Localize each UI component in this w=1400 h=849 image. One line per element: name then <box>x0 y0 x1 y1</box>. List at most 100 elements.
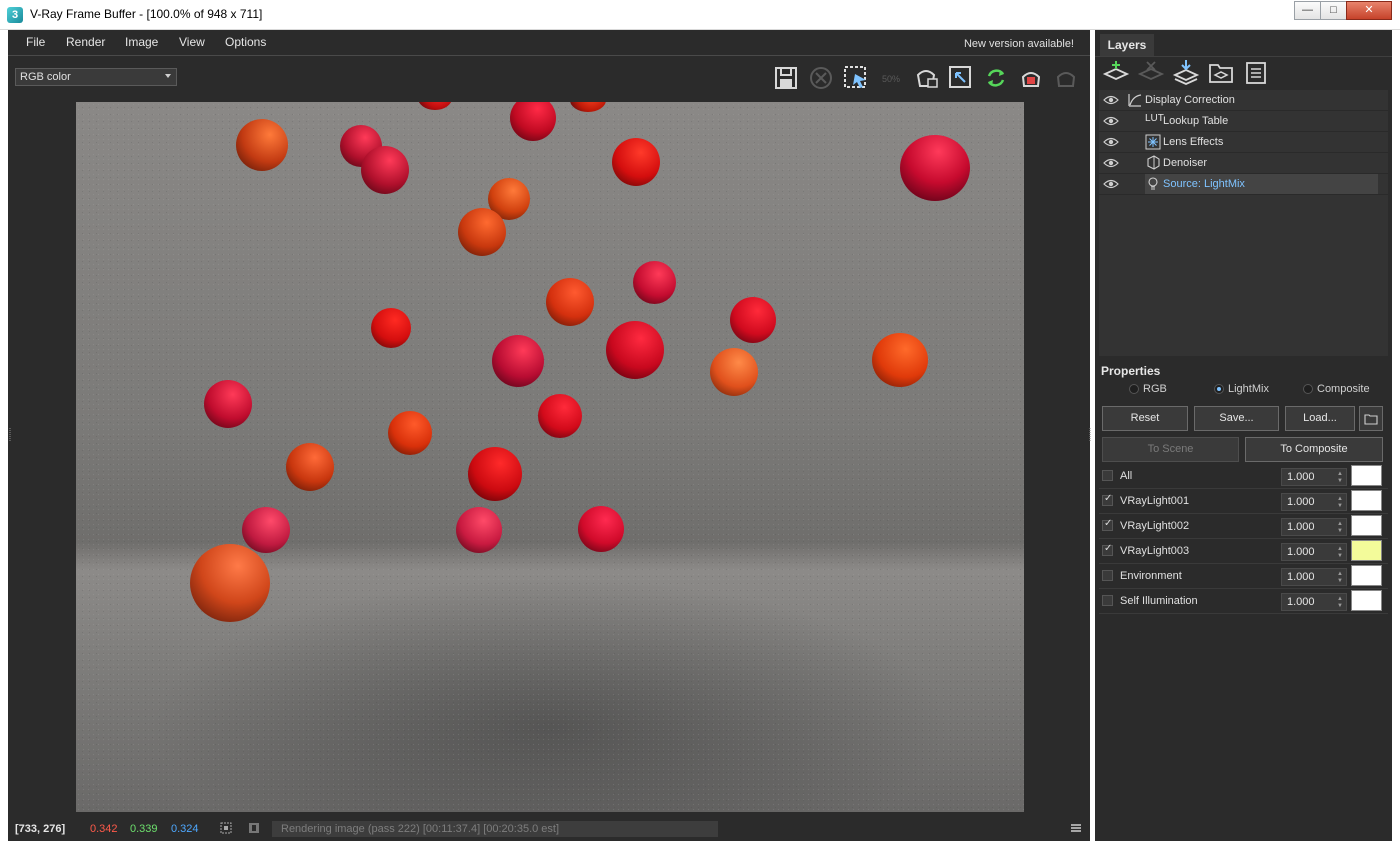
load-preset-label: Load... <box>1303 412 1337 424</box>
light-name: Environment <box>1120 570 1182 582</box>
denoiser-icon <box>1145 155 1161 171</box>
render-progress: Rendering image (pass 222) [00:11:37.4] … <box>272 821 718 837</box>
layers-panel: Layers Display Correction LUT Lookup Tab… <box>1095 30 1392 841</box>
layer-lookup-table[interactable]: LUT Lookup Table <box>1099 111 1388 132</box>
film-icon[interactable] <box>248 822 260 834</box>
light-checkbox[interactable] <box>1102 570 1113 581</box>
sphere <box>492 335 544 387</box>
refresh-icon[interactable] <box>982 64 1010 92</box>
light-intensity-spinner[interactable]: 1.000 ▲ ▼ <box>1281 543 1347 561</box>
app-logo-icon: 3 <box>7 7 23 23</box>
layer-source-lightmix[interactable]: Source: LightMix <box>1099 174 1388 195</box>
light-intensity-spinner[interactable]: 1.000 ▲ ▼ <box>1281 593 1347 611</box>
reset-button[interactable]: Reset <box>1102 406 1188 431</box>
pixel-blue-value: 0.324 <box>171 823 199 835</box>
open-layer-tree-icon[interactable] <box>1206 58 1236 88</box>
sphere <box>190 544 270 622</box>
log-menu-icon[interactable] <box>1070 822 1082 834</box>
sphere <box>456 507 502 553</box>
sphere <box>388 411 432 455</box>
save-icon[interactable] <box>772 64 800 92</box>
light-intensity-spinner[interactable]: 1.000 ▲ ▼ <box>1281 493 1347 511</box>
menu-file[interactable]: File <box>26 35 45 49</box>
channel-dropdown[interactable]: RGB color <box>15 68 177 86</box>
light-checkbox[interactable] <box>1102 543 1113 556</box>
menu-render[interactable]: Render <box>66 35 105 49</box>
light-checkbox[interactable] <box>1102 493 1113 506</box>
light-checkbox[interactable] <box>1102 518 1113 531</box>
layer-denoiser[interactable]: Denoiser <box>1099 153 1388 174</box>
render-teapot-icon[interactable] <box>1017 64 1045 92</box>
lens-effects-icon <box>1145 134 1161 150</box>
to-scene-button[interactable]: To Scene <box>1102 437 1239 462</box>
properties-header: Properties <box>1101 364 1161 378</box>
light-color-swatch[interactable] <box>1351 540 1382 561</box>
layer-display-correction[interactable]: Display Correction <box>1099 90 1388 111</box>
light-color-swatch[interactable] <box>1351 465 1382 486</box>
title-bar: 3 V-Ray Frame Buffer - [100.0% of 948 x … <box>0 0 1400 30</box>
menu-image[interactable]: Image <box>125 35 158 49</box>
to-composite-button[interactable]: To Composite <box>1245 437 1383 462</box>
light-intensity-value: 1.000 <box>1287 496 1315 508</box>
channel-value: RGB color <box>20 71 71 83</box>
light-intensity-value: 1.000 <box>1287 521 1315 533</box>
layer-label: Lookup Table <box>1163 115 1229 127</box>
light-color-swatch[interactable] <box>1351 590 1382 611</box>
minimize-icon[interactable]: — <box>1294 1 1321 20</box>
left-splitter-grip[interactable] <box>9 428 12 442</box>
light-row-self-illumination: Self Illumination 1.000 ▲ ▼ <box>1099 589 1388 614</box>
save-layer-tree-icon[interactable] <box>1241 58 1271 88</box>
sphere <box>872 333 928 387</box>
sphere <box>633 261 676 304</box>
sphere <box>900 135 970 201</box>
frame-buffer-viewer: File Render Image View Options New versi… <box>8 30 1090 841</box>
visibility-eye-icon[interactable] <box>1103 115 1119 127</box>
light-checkbox[interactable] <box>1102 595 1113 606</box>
load-preset-button[interactable]: Load... <box>1285 406 1355 431</box>
delete-layer-icon[interactable] <box>1136 58 1166 88</box>
light-intensity-spinner[interactable]: 1.000 ▲ ▼ <box>1281 468 1347 486</box>
visibility-eye-icon[interactable] <box>1103 157 1119 169</box>
new-version-link[interactable]: New version available! <box>964 38 1074 50</box>
visibility-eye-icon[interactable] <box>1103 178 1119 190</box>
visibility-eye-icon[interactable] <box>1103 136 1119 148</box>
zoom-50-icon[interactable]: 50% <box>877 64 905 92</box>
merge-layer-icon[interactable] <box>1171 58 1201 88</box>
color-picker-icon[interactable] <box>220 822 232 834</box>
light-color-swatch[interactable] <box>1351 515 1382 536</box>
sphere <box>468 447 522 501</box>
panel-splitter-grip[interactable] <box>1089 428 1092 442</box>
layers-tree: Display Correction LUT Lookup Table Lens… <box>1099 90 1388 356</box>
light-row-vraylight002: VRayLight002 1.000▲▼ <box>1099 514 1388 539</box>
window-title: V-Ray Frame Buffer - [100.0% of 948 x 71… <box>30 7 263 21</box>
visibility-eye-icon[interactable] <box>1103 94 1119 106</box>
light-checkbox[interactable] <box>1102 470 1113 481</box>
light-color-swatch[interactable] <box>1351 565 1382 586</box>
window-controls: — □ ✕ <box>1294 1 1392 20</box>
layer-label: Display Correction <box>1145 94 1235 106</box>
curve-icon <box>1127 92 1143 108</box>
region-fit-icon[interactable] <box>947 64 975 92</box>
close-icon[interactable]: ✕ <box>1346 1 1392 20</box>
pixel-red-value: 0.342 <box>90 823 118 835</box>
rendered-image[interactable] <box>76 102 1024 812</box>
light-intensity-spinner[interactable]: 1.000 ▲ ▼ <box>1281 518 1347 536</box>
menu-options[interactable]: Options <box>225 35 266 49</box>
light-icon <box>1145 176 1161 192</box>
folder-menu-icon[interactable] <box>1359 406 1383 431</box>
region-render-icon[interactable] <box>842 64 870 92</box>
layer-lens-effects[interactable]: Lens Effects <box>1099 132 1388 153</box>
pixel-green-value: 0.339 <box>130 823 158 835</box>
interactive-teapot-icon[interactable] <box>1052 64 1080 92</box>
create-layer-icon[interactable] <box>1101 58 1131 88</box>
track-mouse-icon[interactable] <box>912 64 940 92</box>
save-preset-button[interactable]: Save... <box>1194 406 1279 431</box>
sphere <box>286 443 334 491</box>
maximize-icon[interactable]: □ <box>1320 1 1347 20</box>
light-color-swatch[interactable] <box>1351 490 1382 511</box>
light-intensity-spinner[interactable]: 1.000 ▲ ▼ <box>1281 568 1347 586</box>
clear-icon[interactable] <box>807 64 835 92</box>
menu-view[interactable]: View <box>179 35 205 49</box>
sphere <box>361 146 409 194</box>
tab-layers[interactable]: Layers <box>1100 34 1154 56</box>
